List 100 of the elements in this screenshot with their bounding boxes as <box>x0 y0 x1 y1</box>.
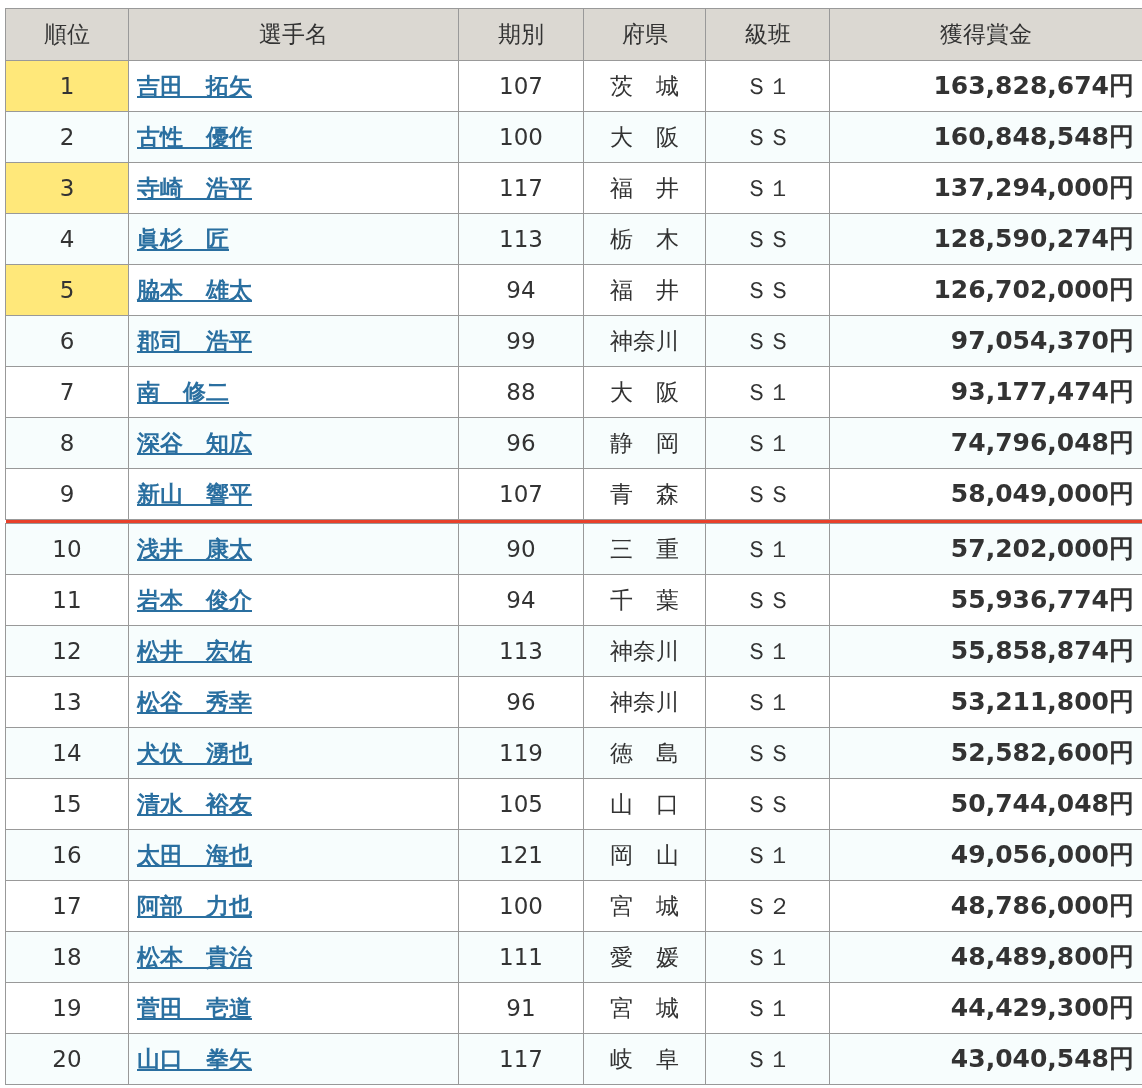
table-cell: 大 阪 <box>583 111 706 163</box>
table-cell: 44,429,300円 <box>829 982 1142 1034</box>
player-name-link[interactable]: 眞杉 匠 <box>137 225 229 252</box>
player-name-link[interactable]: 岩本 俊介 <box>137 586 252 613</box>
player-name-link[interactable]: 清水 裕友 <box>137 790 252 817</box>
table-cell: 宮 城 <box>583 880 706 932</box>
column-header: 期別 <box>458 8 584 61</box>
table-cell: 山 口 <box>583 778 706 830</box>
table-cell: Ｓ１ <box>705 931 830 983</box>
table-cell: 57,202,000円 <box>829 523 1142 575</box>
table-cell: 121 <box>458 829 584 881</box>
table-cell: 愛 媛 <box>583 931 706 983</box>
table-cell: Ｓ２ <box>705 880 830 932</box>
table-cell: 93,177,474円 <box>829 366 1142 418</box>
table-cell: 福 井 <box>583 162 706 214</box>
table-cell: 53,211,800円 <box>829 676 1142 728</box>
table-cell: 100 <box>458 111 584 163</box>
table-cell: 113 <box>458 625 584 677</box>
table-cell: 茨 城 <box>583 60 706 112</box>
player-name-link[interactable]: 松井 宏佑 <box>137 637 252 664</box>
table-cell: ＳＳ <box>705 111 830 163</box>
rank-cell: 9 <box>5 468 129 520</box>
rank-cell: 1 <box>5 60 129 112</box>
table-cell: Ｓ１ <box>705 60 830 112</box>
table-cell: 三 重 <box>583 523 706 575</box>
table-cell: 宮 城 <box>583 982 706 1034</box>
table-cell: 大 阪 <box>583 366 706 418</box>
table-cell: 神奈川 <box>583 625 706 677</box>
table-cell: Ｓ１ <box>705 162 830 214</box>
rank-cell: 5 <box>5 264 129 316</box>
player-name-link[interactable]: 寺崎 浩平 <box>137 174 252 201</box>
table-cell: 97,054,370円 <box>829 315 1142 367</box>
table-cell: 94 <box>458 264 584 316</box>
rank-cell: 12 <box>5 625 129 677</box>
rank-cell: 19 <box>5 982 129 1034</box>
table-cell: Ｓ１ <box>705 982 830 1034</box>
table-cell: ＳＳ <box>705 778 830 830</box>
player-name-link[interactable]: 太田 海也 <box>137 841 252 868</box>
table-cell: 49,056,000円 <box>829 829 1142 881</box>
table-cell: 96 <box>458 417 584 469</box>
table-cell: 74,796,048円 <box>829 417 1142 469</box>
rank-cell: 14 <box>5 727 129 779</box>
table-cell: 50,744,048円 <box>829 778 1142 830</box>
table-cell: 岐 阜 <box>583 1033 706 1085</box>
table-cell: 栃 木 <box>583 213 706 265</box>
rank-cell: 15 <box>5 778 129 830</box>
table-cell: 126,702,000円 <box>829 264 1142 316</box>
table-cell: 94 <box>458 574 584 626</box>
column-header: 順位 <box>5 8 129 61</box>
table-cell: 神奈川 <box>583 676 706 728</box>
table-cell: 107 <box>458 60 584 112</box>
table-cell: 117 <box>458 1033 584 1085</box>
table-cell: ＳＳ <box>705 213 830 265</box>
table-cell: 青 森 <box>583 468 706 520</box>
table-cell: Ｓ１ <box>705 1033 830 1085</box>
table-cell: 90 <box>458 523 584 575</box>
table-cell: 55,858,874円 <box>829 625 1142 677</box>
table-cell: 113 <box>458 213 584 265</box>
table-cell: 119 <box>458 727 584 779</box>
player-name-link[interactable]: 郡司 浩平 <box>137 327 252 354</box>
table-cell: ＳＳ <box>705 315 830 367</box>
player-name-link[interactable]: 犬伏 湧也 <box>137 739 252 766</box>
player-name-link[interactable]: 阿部 力也 <box>137 892 252 919</box>
rank-cell: 20 <box>5 1033 129 1085</box>
table-cell: ＳＳ <box>705 574 830 626</box>
table-cell: 58,049,000円 <box>829 468 1142 520</box>
player-name-link[interactable]: 吉田 拓矢 <box>137 72 252 99</box>
player-name-link[interactable]: 南 修二 <box>137 378 229 405</box>
player-name-link[interactable]: 古性 優作 <box>137 123 252 150</box>
player-name-link[interactable]: 脇本 雄太 <box>137 276 252 303</box>
column-header: 獲得賞金 <box>829 8 1142 61</box>
table-cell: 137,294,000円 <box>829 162 1142 214</box>
table-cell: ＳＳ <box>705 264 830 316</box>
table-cell: Ｓ１ <box>705 366 830 418</box>
player-name-link[interactable]: 浅井 康太 <box>137 535 252 562</box>
rank-cell: 3 <box>5 162 129 214</box>
table-cell: 160,848,548円 <box>829 111 1142 163</box>
table-cell: Ｓ１ <box>705 676 830 728</box>
table-cell: 静 岡 <box>583 417 706 469</box>
table-cell: 91 <box>458 982 584 1034</box>
table-cell: 96 <box>458 676 584 728</box>
player-name-link[interactable]: 松谷 秀幸 <box>137 688 252 715</box>
player-name-link[interactable]: 山口 拳矢 <box>137 1045 252 1072</box>
player-name-link[interactable]: 深谷 知広 <box>137 429 252 456</box>
rank-cell: 13 <box>5 676 129 728</box>
player-name-link[interactable]: 新山 響平 <box>137 480 252 507</box>
table-cell: 52,582,600円 <box>829 727 1142 779</box>
table-cell: 徳 島 <box>583 727 706 779</box>
table-cell: Ｓ１ <box>705 625 830 677</box>
table-cell: 48,786,000円 <box>829 880 1142 932</box>
player-name-link[interactable]: 松本 貴治 <box>137 943 252 970</box>
table-cell: 43,040,548円 <box>829 1033 1142 1085</box>
table-cell: 岡 山 <box>583 829 706 881</box>
rank-cell: 8 <box>5 417 129 469</box>
table-cell: 神奈川 <box>583 315 706 367</box>
table-cell: 千 葉 <box>583 574 706 626</box>
player-name-link[interactable]: 菅田 壱道 <box>137 994 252 1021</box>
table-cell: 107 <box>458 468 584 520</box>
table-cell: 111 <box>458 931 584 983</box>
rank-cell: 10 <box>5 523 129 575</box>
